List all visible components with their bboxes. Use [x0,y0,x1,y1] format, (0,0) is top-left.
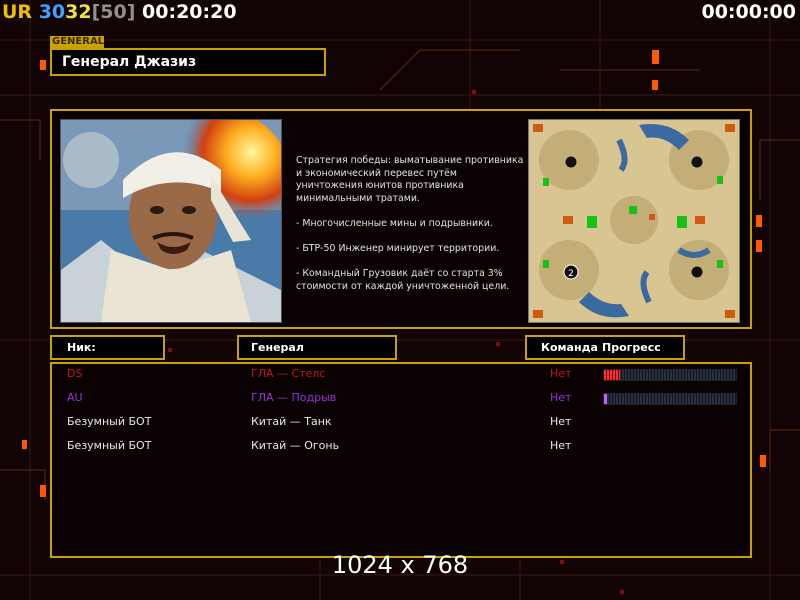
players-panel: DS ГЛА — Стелс Нет AU ГЛА — Подрыв Нет Б… [50,362,752,558]
ur-label: UR [2,1,33,23]
player-team: Нет [550,367,572,380]
player-progress-bar [603,393,737,405]
player-nick: DS [67,367,83,380]
player-row: AU ГЛА — Подрыв Нет [52,389,750,409]
header-team-progress: Команда Прогресс [525,335,685,360]
stat-a: 30 [38,1,66,23]
general-name-box: Генерал Джазиз [50,48,326,76]
player-progress-fill [604,370,620,380]
map-image: 2 [529,120,739,322]
general-description: Стратегия победы: выматывание противника… [296,155,526,306]
game-time: 00:20:20 [142,1,237,23]
description-btr: - БТР-50 Инженер минирует территории. [296,243,500,255]
countdown-timer: 00:00:00 [701,1,796,23]
header-progress: Прогресс [602,341,661,354]
resolution-label: 1024 x 768 [331,551,469,579]
general-portrait [60,119,282,323]
description-strategy: Стратегия победы: выматывание противника… [296,155,524,204]
player-general: ГЛА — Стелс [251,367,326,380]
hud-stats: UR 3032[50] 00:20:20 [2,1,237,23]
player-nick: AU [67,391,83,404]
player-general: Китай — Огонь [251,439,340,452]
header-general: Генерал [237,335,397,360]
player-nick: Безумный БОТ [67,439,152,452]
general-name: Генерал Джазиз [62,54,197,70]
stat-c: [50] [91,1,136,23]
description-mines: - Многочисленные мины и подрывники. [296,217,493,229]
header-nick: Ник: [50,335,165,360]
player-general: ГЛА — Подрыв [251,391,337,404]
player-progress-fill [604,394,607,404]
general-info-panel: Стратегия победы: выматывание противника… [50,109,752,329]
player-nick: Безумный БОТ [67,415,152,428]
player-team: Нет [550,439,572,452]
general-tag: GENERAL [50,36,105,48]
player-row: DS ГЛА — Стелс Нет [52,365,750,385]
stat-b: 32 [65,1,92,23]
map-start-marker: 2 [568,269,574,279]
map-preview[interactable]: 2 [528,119,740,323]
player-progress-bar [603,369,737,381]
portrait-image [61,120,281,322]
player-row: Безумный БОТ Китай — Танк Нет [52,413,750,433]
player-team: Нет [550,391,572,404]
player-general: Китай — Танк [251,415,332,428]
player-row: Безумный БОТ Китай — Огонь Нет [52,437,750,457]
description-truck: - Командный Грузовик даёт со старта 3% с… [296,268,510,292]
header-team: Команда [541,341,598,354]
player-team: Нет [550,415,572,428]
